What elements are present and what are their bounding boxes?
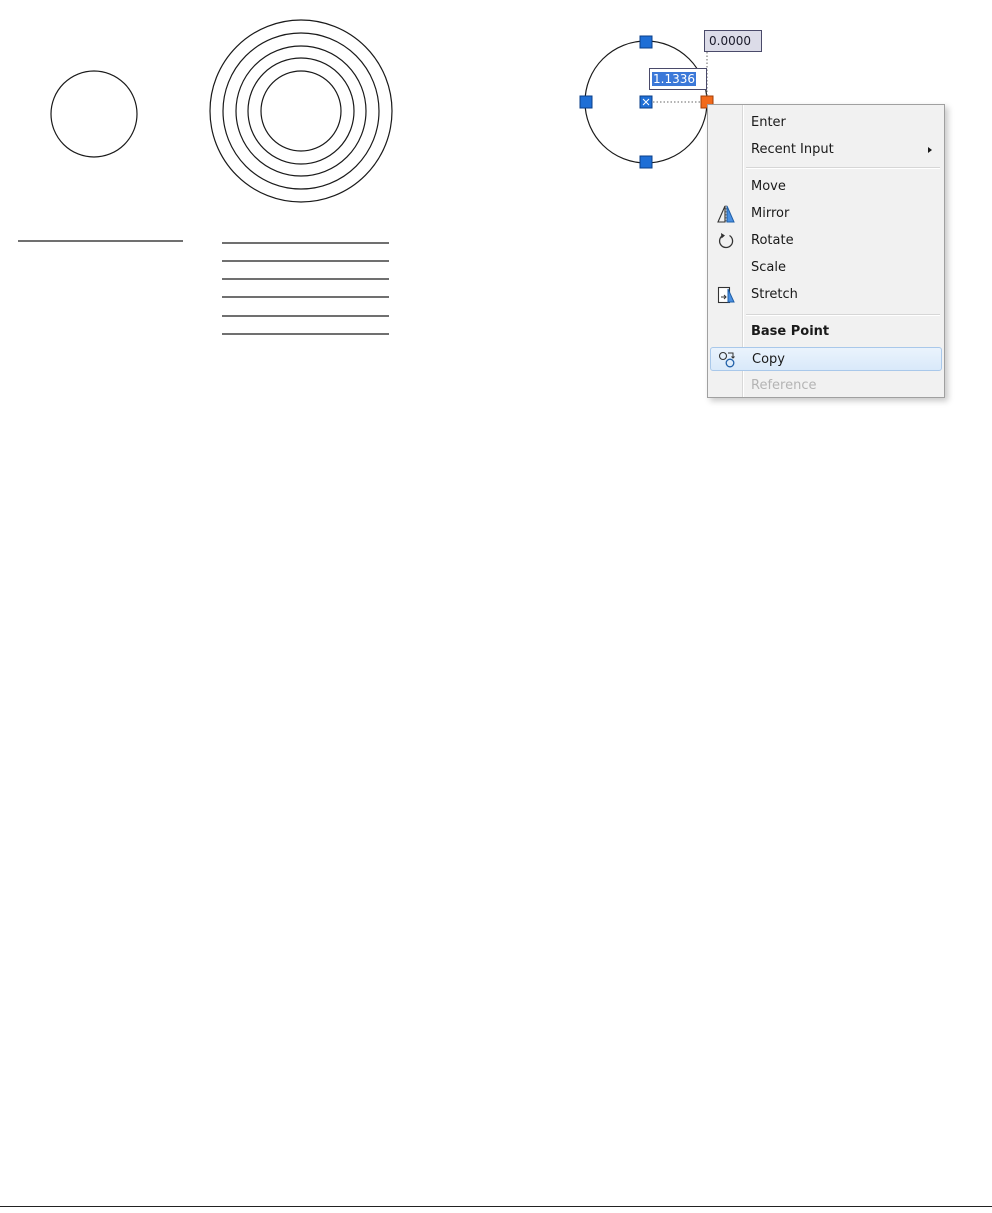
menu-item-reference: Reference — [710, 374, 942, 397]
dynamic-input-radius-value: 1.1336 — [652, 72, 696, 86]
offset-circle-3[interactable] — [235, 45, 367, 177]
quadrant-grip-left[interactable] — [579, 95, 593, 109]
quadrant-grip-top[interactable] — [639, 35, 653, 49]
menu-item-label: Enter — [751, 115, 786, 130]
menu-item-rotate[interactable]: Rotate — [710, 229, 942, 253]
offset-circle-4[interactable] — [247, 57, 355, 165]
menu-item-copy[interactable]: Copy — [710, 347, 942, 371]
menu-item-label: Stretch — [751, 287, 798, 302]
page-bottom-rule — [0, 1206, 992, 1207]
dynamic-input-angle[interactable]: 0.0000 — [704, 30, 762, 52]
grip-context-menu: Enter Recent Input Move Mirror Rotate Sc… — [707, 104, 945, 398]
menu-item-base-point[interactable]: Base Point — [710, 320, 942, 344]
menu-item-label: Scale — [751, 260, 786, 275]
circle-object[interactable] — [50, 70, 138, 158]
offset-circle-2[interactable] — [222, 32, 380, 190]
quadrant-grip-bottom[interactable] — [639, 155, 653, 169]
menu-item-mirror[interactable]: Mirror — [710, 202, 942, 226]
menu-item-label: Base Point — [751, 324, 830, 339]
menu-item-label: Copy — [752, 352, 785, 367]
stretch-icon — [717, 286, 735, 304]
copy-icon — [718, 351, 735, 368]
rotate-icon — [719, 233, 734, 249]
menu-item-recent-input[interactable]: Recent Input — [710, 138, 942, 162]
menu-item-stretch[interactable]: Stretch — [710, 283, 942, 307]
offset-circle-5[interactable] — [260, 70, 342, 152]
offset-circle-1[interactable] — [209, 19, 393, 203]
menu-separator — [746, 314, 940, 316]
menu-item-enter[interactable]: Enter — [710, 111, 942, 135]
menu-item-label: Move — [751, 179, 786, 194]
menu-item-move[interactable]: Move — [710, 175, 942, 199]
menu-separator — [746, 167, 940, 169]
submenu-arrow-icon — [928, 147, 932, 153]
menu-item-label: Recent Input — [751, 142, 834, 157]
menu-item-label: Mirror — [751, 206, 790, 221]
mirror-icon — [717, 205, 735, 223]
menu-item-label: Reference — [751, 378, 817, 393]
offset-circles[interactable] — [209, 19, 393, 203]
menu-item-label: Rotate — [751, 233, 794, 248]
dynamic-input-radius[interactable]: 1.1336 — [649, 68, 707, 90]
menu-item-scale[interactable]: Scale — [710, 256, 942, 280]
offset-lines[interactable] — [222, 242, 389, 335]
